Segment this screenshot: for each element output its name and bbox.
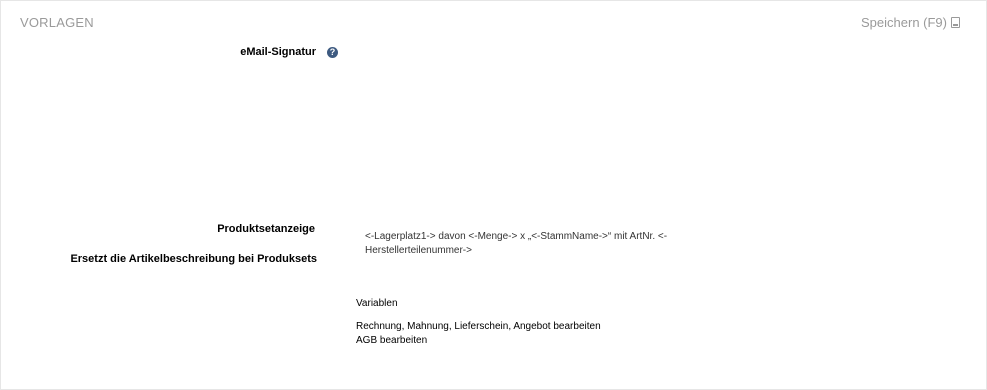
save-button[interactable]: Speichern (F9) [861, 15, 960, 30]
content-panel: VORLAGEN Speichern (F9) eMail-Signatur ?… [0, 0, 987, 390]
save-icon [951, 17, 960, 28]
save-button-label: Speichern (F9) [861, 15, 947, 30]
help-icon[interactable]: ? [327, 47, 338, 58]
edit-documents-link[interactable]: Rechnung, Mahnung, Lieferschein, Angebot… [356, 321, 601, 332]
page-title: VORLAGEN [20, 15, 94, 30]
email-signature-label: eMail-Signatur [240, 46, 316, 58]
product-set-sublabel: Ersetzt die Artikelbeschreibung bei Prod… [70, 253, 317, 265]
product-set-label: Produktsetanzeige [217, 223, 315, 235]
variables-link[interactable]: Variablen [356, 298, 398, 309]
edit-agb-link[interactable]: AGB bearbeiten [356, 335, 427, 346]
product-set-template-field[interactable]: <-Lagerplatz1-> davon <-Menge-> x „<-Sta… [365, 230, 695, 258]
